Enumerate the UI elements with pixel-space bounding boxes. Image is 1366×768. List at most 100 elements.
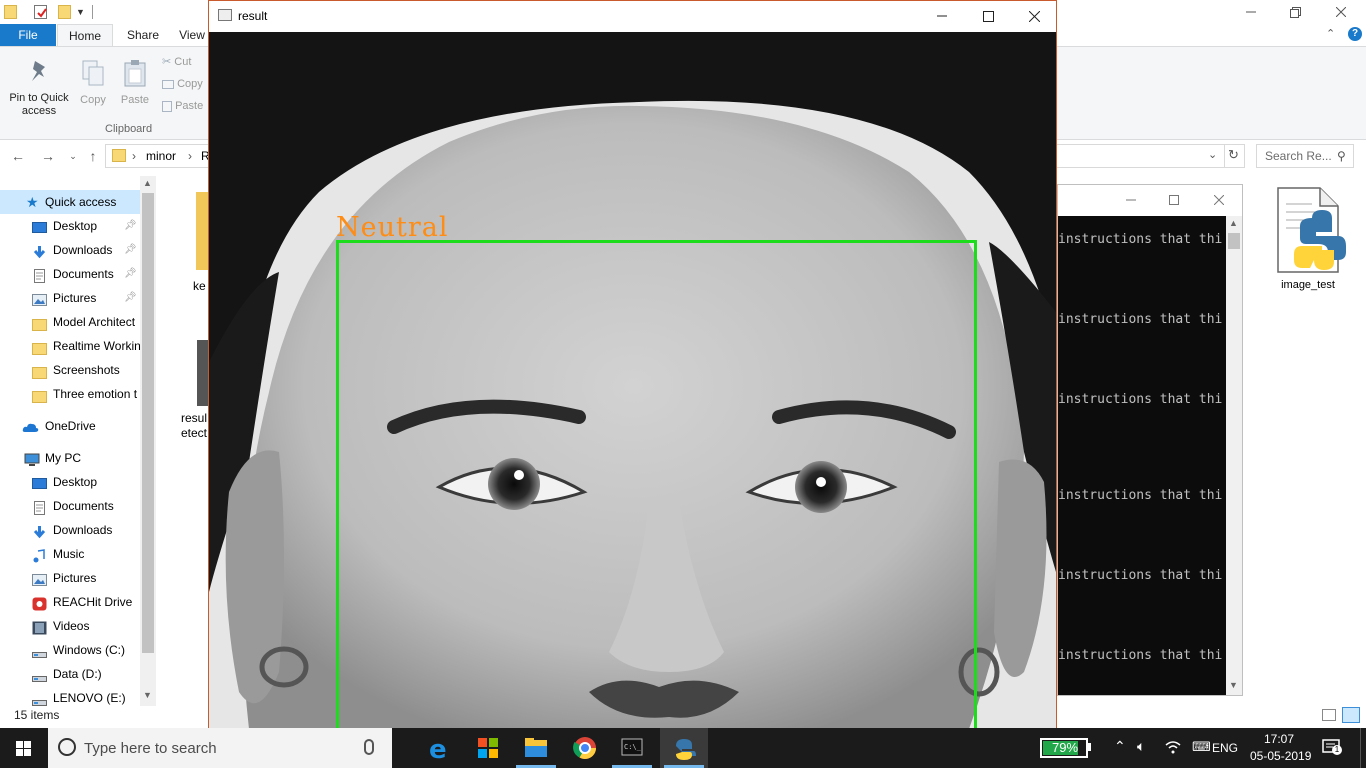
close-button[interactable] <box>1318 0 1364 24</box>
nav-item[interactable]: Realtime Workin <box>0 334 140 358</box>
properties-icon[interactable] <box>34 5 47 19</box>
nav-item[interactable]: Pictures <box>0 566 140 590</box>
tab-share[interactable]: Share <box>118 24 168 46</box>
taskbar-chrome[interactable] <box>560 728 608 768</box>
nav-item[interactable]: Data (D:) <box>0 662 140 686</box>
scroll-down-icon[interactable]: ▼ <box>143 690 152 700</box>
result-titlebar[interactable]: result <box>209 1 1056 31</box>
clock-time[interactable]: 17:07 <box>1264 732 1294 746</box>
scroll-thumb[interactable] <box>1228 233 1240 249</box>
breadcrumb-segment[interactable]: minor <box>146 149 176 163</box>
maximize-button[interactable] <box>1151 188 1197 212</box>
file-item-image-test[interactable]: image_test <box>1266 186 1350 296</box>
clock-date[interactable]: 05-05-2019 <box>1250 749 1311 763</box>
battery-indicator[interactable]: 79% <box>1040 738 1088 758</box>
nav-item[interactable]: Model Architect <box>0 310 140 334</box>
restore-button[interactable] <box>1272 0 1318 24</box>
scroll-thumb[interactable] <box>142 193 154 653</box>
nav-item[interactable]: Music <box>0 542 140 566</box>
show-hidden-icons-icon[interactable]: ⌃ <box>1114 738 1126 755</box>
nav-label: REACHit Drive <box>53 595 133 609</box>
nav-item[interactable]: Videos <box>0 614 140 638</box>
console-window: instructions that thi instructions that … <box>1057 184 1243 696</box>
nav-item[interactable]: LENOVO (E:) <box>0 686 140 710</box>
refresh-icon[interactable]: ↻ <box>1228 147 1239 163</box>
details-view-icon[interactable] <box>1322 709 1336 721</box>
nav-label: Downloads <box>53 523 113 537</box>
nav-scrollbar[interactable]: ▲ ▼ <box>140 176 156 706</box>
folder-icon[interactable] <box>4 5 17 19</box>
nav-item[interactable]: REACHit Drive <box>0 590 140 614</box>
pin-to-quick-access-button[interactable]: Pin to Quick access <box>4 59 74 118</box>
volume-icon[interactable]: 🔈︎ <box>1137 738 1145 755</box>
nav-item[interactable]: Desktop 📌︎ <box>0 214 140 238</box>
close-button[interactable] <box>1011 4 1057 28</box>
folder-icon <box>32 363 47 379</box>
copy-path-button[interactable]: Copy <box>162 78 203 90</box>
maximize-button[interactable] <box>965 4 1011 28</box>
microphone-icon[interactable] <box>364 739 374 755</box>
pin-icon[interactable]: 📌︎ <box>124 214 137 238</box>
paste-button[interactable]: Paste <box>118 59 152 107</box>
cut-button[interactable]: ✂ Cut <box>162 55 191 68</box>
chevron-down-icon[interactable]: ⌄ <box>1208 148 1217 161</box>
minimize-button[interactable] <box>1108 188 1154 212</box>
nav-item[interactable]: Screenshots <box>0 358 140 382</box>
search-placeholder: Type here to search <box>84 740 217 757</box>
minimize-button[interactable] <box>919 4 965 28</box>
show-desktop-button[interactable] <box>1360 728 1366 768</box>
start-button[interactable] <box>0 728 48 768</box>
nav-item[interactable]: Downloads 📌︎ <box>0 238 140 262</box>
taskbar-cmd[interactable]: C:\_ <box>608 728 656 768</box>
chevron-up-icon[interactable]: ⌃ <box>1326 27 1335 40</box>
pin-icon[interactable]: 📌︎ <box>124 238 137 262</box>
star-icon: ★ <box>26 194 39 210</box>
pin-icon[interactable]: 📌︎ <box>124 262 137 286</box>
console-scrollbar[interactable]: ▲ ▼ <box>1226 216 1242 695</box>
taskbar-edge[interactable]: e <box>416 728 464 768</box>
copy-button[interactable]: Copy <box>78 59 108 107</box>
nav-item[interactable]: Downloads <box>0 518 140 542</box>
large-icons-view-icon[interactable] <box>1342 707 1360 723</box>
back-button[interactable]: ← <box>9 147 27 165</box>
scroll-up-icon[interactable]: ▲ <box>143 178 152 188</box>
tab-home[interactable]: Home <box>57 24 113 46</box>
forward-button[interactable]: → <box>39 147 57 165</box>
search-icon: ⚲ <box>1337 149 1346 163</box>
scroll-down-icon[interactable]: ▼ <box>1229 680 1238 690</box>
search-input[interactable]: Search Re... ⚲ <box>1256 144 1354 168</box>
paste-shortcut-button[interactable]: Paste <box>162 100 203 112</box>
pin-icon[interactable]: 📌︎ <box>124 286 137 310</box>
nav-quick-access[interactable]: ★ Quick access <box>0 190 140 214</box>
keyboard-icon[interactable]: ⌨ <box>1192 739 1211 755</box>
tab-view[interactable]: View <box>172 24 212 46</box>
nav-item[interactable]: Pictures 📌︎ <box>0 286 140 310</box>
nav-item[interactable]: Three emotion t <box>0 382 140 406</box>
taskbar-search-input[interactable]: Type here to search <box>48 728 392 768</box>
action-center-button[interactable]: 1 <box>1322 739 1342 756</box>
pin-label-line1: Pin to Quick <box>9 92 69 104</box>
close-button[interactable] <box>1196 188 1242 212</box>
language-indicator[interactable]: ENG <box>1212 741 1238 755</box>
wifi-icon[interactable] <box>1165 740 1181 757</box>
nav-onedrive[interactable]: OneDrive <box>0 414 140 438</box>
scroll-up-icon[interactable]: ▲ <box>1229 218 1238 228</box>
folder-icon[interactable] <box>196 192 208 270</box>
console-output[interactable]: instructions that thi instructions that … <box>1058 216 1226 695</box>
nav-my-pc[interactable]: My PC <box>0 446 140 470</box>
up-button[interactable]: ↑ <box>84 147 102 165</box>
help-icon[interactable]: ? <box>1348 27 1362 41</box>
nav-item[interactable]: Documents 📌︎ <box>0 262 140 286</box>
nav-item[interactable]: Desktop <box>0 470 140 494</box>
nav-item[interactable]: Windows (C:) <box>0 638 140 662</box>
taskbar-python[interactable] <box>660 728 708 768</box>
chevron-down-icon[interactable]: ▼ <box>76 5 89 19</box>
recent-locations-button[interactable]: ⌄ <box>64 147 82 165</box>
tab-file[interactable]: File <box>0 24 56 46</box>
nav-item[interactable]: Documents <box>0 494 140 518</box>
taskbar-file-explorer[interactable] <box>512 728 560 768</box>
new-folder-icon[interactable] <box>58 5 71 19</box>
taskbar-store[interactable] <box>464 728 512 768</box>
copy-icon <box>78 59 108 91</box>
minimize-button[interactable] <box>1228 0 1274 24</box>
